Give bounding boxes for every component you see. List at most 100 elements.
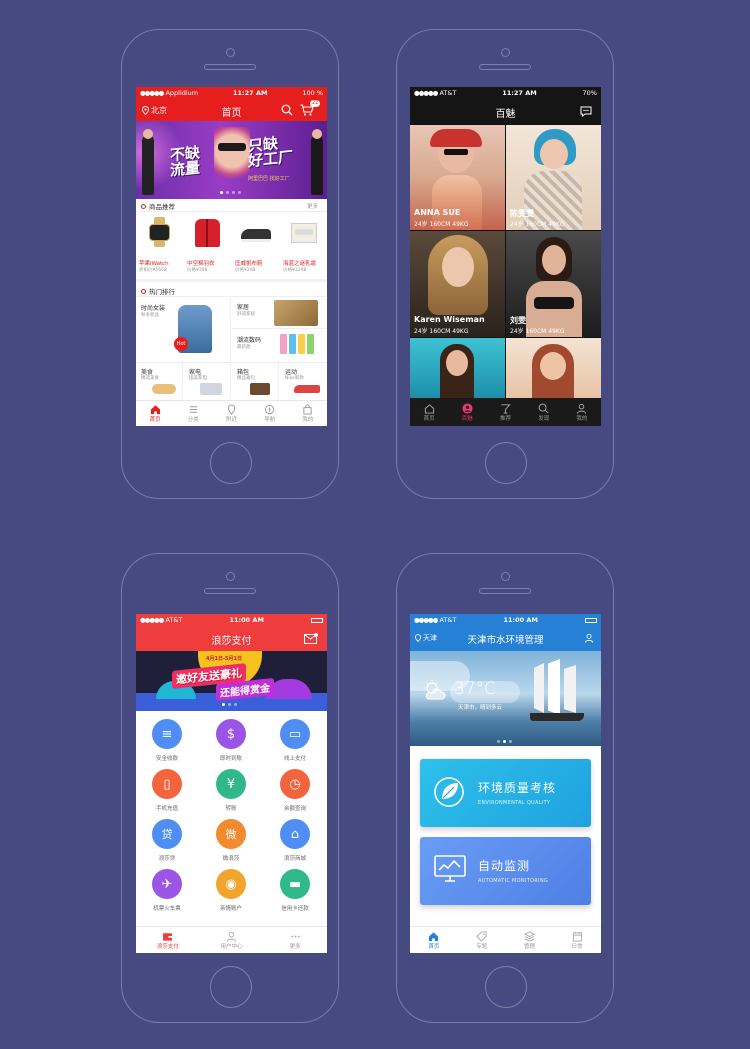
product-card[interactable]: 海蓝之谜乳霜 价格¥1298: [280, 213, 327, 275]
nav-bar: 百魅: [410, 99, 601, 124]
service-item[interactable]: ¥ 转账: [200, 769, 262, 812]
compass-icon: [265, 404, 275, 415]
list-icon: [189, 406, 197, 413]
tab-nearby[interactable]: 附近: [212, 401, 250, 426]
tab-manage[interactable]: 管理: [506, 927, 554, 953]
model-card[interactable]: Karen Wiseman 24岁 160CM 49KG: [410, 231, 505, 337]
model-figure-left-head: [143, 129, 153, 139]
payment-screen: ●●●●● AT&T 11:00 AM 浪莎支付 4月1日-5月1日 邀好友送豪…: [136, 614, 327, 953]
rank-cell-fashion[interactable]: 时尚女装 秋冬新品 Hot: [136, 297, 231, 361]
furniture-image: [274, 300, 318, 326]
credit-card-icon: ▬: [280, 869, 310, 899]
tab-more[interactable]: 更多: [263, 927, 327, 953]
service-item[interactable]: ✈ 机票火车票: [136, 869, 198, 912]
instant-transfer-icon: $: [216, 719, 246, 749]
model-card[interactable]: 陈雯雯 24岁 160CM 49KG: [506, 125, 601, 230]
user-icon: [226, 931, 237, 942]
tab-mine[interactable]: 我的: [563, 398, 601, 426]
tab-recommend[interactable]: 推荐: [486, 398, 524, 426]
clock: 11:27 AM: [233, 89, 268, 97]
tab-bar: 浪莎支付 用户中心 更多: [136, 926, 327, 953]
tab-home[interactable]: 首页: [136, 401, 174, 426]
family-account-icon: ◉: [216, 869, 246, 899]
nav-bar: 浪莎支付: [136, 626, 327, 651]
section-marker-icon: [141, 288, 146, 294]
weather-description: 天津市，晴到多云: [458, 705, 503, 711]
tab-user-center[interactable]: 用户中心: [200, 927, 264, 953]
tab-mine[interactable]: 我的: [289, 401, 327, 426]
nav-bar: 天津 天津市水环境管理: [410, 626, 601, 651]
rank-cell-digital[interactable]: 潮流数码 最新款: [232, 330, 327, 362]
service-item[interactable]: 贷浪莎贷: [136, 819, 198, 862]
automatic-monitoring-card[interactable]: 自动监测 AUTOMATIC MONITORING: [420, 837, 591, 905]
shopping-home-screen: ●●●●● Applidium 11:27 AM 100 % 北京 首页 22 …: [136, 87, 327, 426]
watch-image: [144, 217, 175, 247]
tab-bar: 首页 分类 附近 导航 我的: [136, 400, 327, 426]
jacket-image: [192, 217, 223, 247]
tab-home[interactable]: 首页: [410, 398, 448, 426]
battery-label: 100 %: [302, 89, 323, 97]
leaf-globe-icon: [434, 777, 464, 807]
rank-cell-appliance[interactable]: 家电 国美家电: [184, 363, 231, 397]
promo-banner[interactable]: 4月1日-5月1日 邀好友送豪礼 还能得赏金: [136, 651, 327, 711]
tab-navigate[interactable]: 导航: [251, 401, 289, 426]
phone-recharge-icon: ▯: [152, 769, 182, 799]
service-item[interactable]: ⌂ 浪莎商城: [264, 819, 326, 862]
mail-icon[interactable]: [304, 633, 318, 644]
model-card[interactable]: [506, 338, 601, 398]
home-icon: [424, 403, 434, 414]
promo-banner[interactable]: 不缺 流量 只缺 好工厂 阿里巴巴 找好工厂: [136, 121, 327, 199]
tab-topics[interactable]: 专题: [458, 927, 506, 953]
search-icon: [538, 403, 549, 413]
rank-cell-sports[interactable]: 运动 Nike新款: [280, 363, 327, 397]
store-icon: ⌂: [280, 819, 310, 849]
model-card[interactable]: ANNA SUE 24岁 160CM 49KG: [410, 125, 505, 230]
environment-quality-card[interactable]: 环境质量考核 ENVIRONMENTAL QUALITY: [420, 759, 591, 827]
weather-banner[interactable]: 37°C 天津市，晴到多云: [410, 651, 601, 746]
rank-cell-bags[interactable]: 箱包 精品箱包: [232, 363, 279, 397]
product-card[interactable]: 苹果iWatch 折扣价¥5668: [136, 213, 183, 275]
search-icon[interactable]: [281, 104, 293, 116]
model-card[interactable]: 刘雯 24岁 160CM 49KG: [506, 231, 601, 337]
tab-models[interactable]: 百魅: [448, 398, 486, 426]
service-item[interactable]: ◷ 余额查询: [264, 769, 326, 812]
airplane-icon: ✈: [152, 869, 182, 899]
clock: 11:00 AM: [503, 616, 538, 624]
tab-home[interactable]: 首页: [410, 927, 458, 953]
tab-category[interactable]: 分类: [174, 401, 212, 426]
service-item[interactable]: ≡ 安全收款: [136, 719, 198, 762]
more-link[interactable]: 更多: [307, 202, 318, 210]
service-grid: ≡ 安全收款 $ 即时到账 ▭ 线上支付 ▯ 手机充值 ¥ 转账 ◷ 余额查询 贷浪莎贷 微…: [136, 711, 327, 926]
product-card[interactable]: 匡威帆布鞋 价格¥298: [232, 213, 279, 275]
wechat-pay-icon: 微: [216, 819, 246, 849]
message-icon[interactable]: [580, 106, 592, 117]
page-title: 首页: [221, 108, 242, 119]
service-item[interactable]: ◉ 亲情账户: [200, 869, 262, 912]
tab-discover[interactable]: 发现: [525, 398, 563, 426]
temperature: 37°C: [454, 679, 497, 699]
status-bar: ●●●●● Applidium 11:27 AM 100 %: [136, 87, 327, 99]
service-item[interactable]: 微微浪莎: [200, 819, 262, 862]
carousel-dots: [222, 703, 237, 706]
banner-text-right: 只缺 好工厂: [248, 134, 294, 171]
rank-section-title: 热门排行: [141, 286, 175, 296]
service-item[interactable]: ▭ 线上支付: [264, 719, 326, 762]
service-item[interactable]: ▬ 信用卡还款: [264, 869, 326, 912]
sun-cloud-icon: [423, 680, 446, 700]
rank-cell-home[interactable]: 家居 舒适家居: [232, 297, 327, 329]
shoe-image: [240, 217, 271, 247]
home-button: [210, 966, 252, 1008]
tab-bar: 首页 专题 管理 日常: [410, 926, 601, 953]
service-item[interactable]: $ 即时到账: [200, 719, 262, 762]
tab-daily[interactable]: 日常: [553, 927, 601, 953]
tag-icon: [476, 930, 487, 942]
cart-badge: 22: [310, 100, 321, 107]
product-card[interactable]: 中空棉羽衣 价格¥398: [184, 213, 231, 275]
model-figure-right-head: [312, 129, 322, 139]
banner-text-left: 不缺 流量: [170, 143, 201, 180]
tab-pay[interactable]: 浪莎支付: [136, 927, 200, 953]
user-icon[interactable]: [584, 633, 594, 643]
model-card[interactable]: [410, 338, 505, 398]
rank-cell-food[interactable]: 美食 精选美食: [136, 363, 183, 397]
service-item[interactable]: ▯ 手机充值: [136, 769, 198, 812]
